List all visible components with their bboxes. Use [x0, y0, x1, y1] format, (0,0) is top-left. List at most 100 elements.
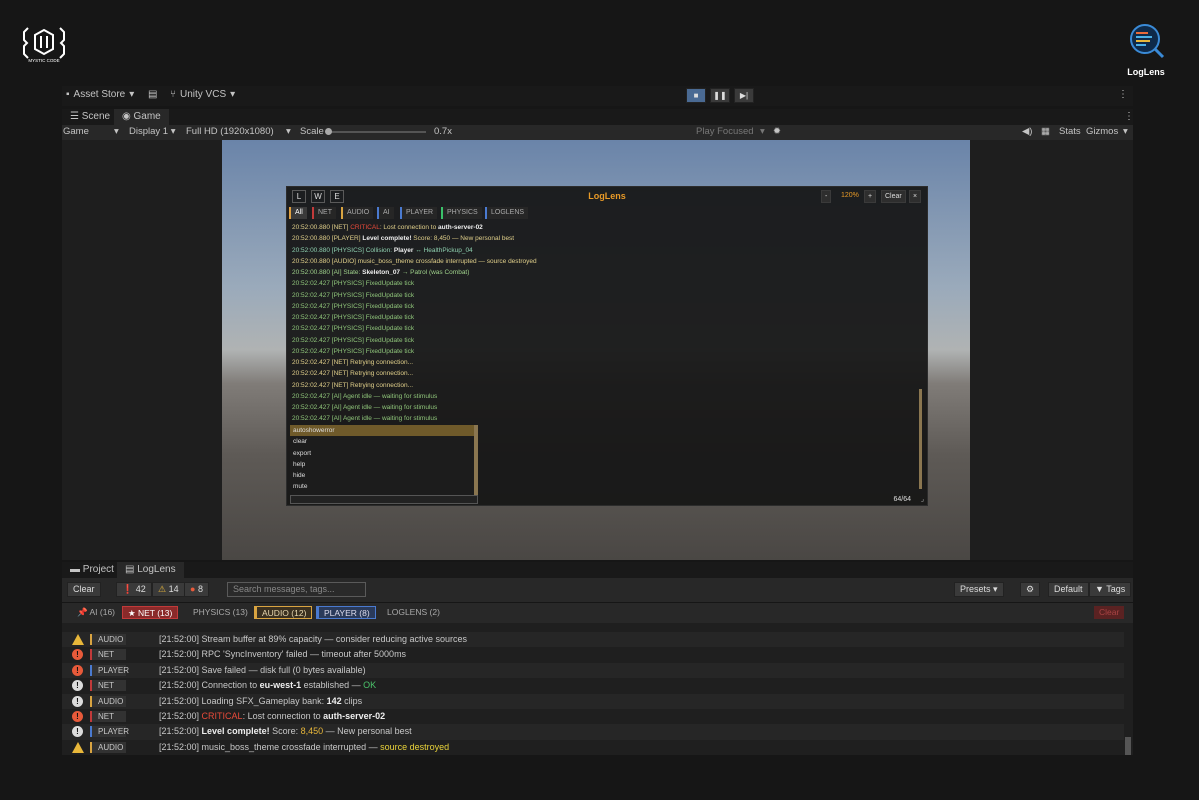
autocomplete-item[interactable]: help — [290, 459, 474, 470]
chevron-down-icon: ▾ — [114, 126, 119, 137]
cat-tab-net[interactable]: ★ NET (13) — [122, 606, 179, 619]
autocomplete-item[interactable]: export — [290, 448, 474, 459]
autocomplete-item[interactable]: clear — [290, 436, 474, 447]
log-row[interactable]: ! NET [21:52:00] RPC 'SyncInventory' faile… — [62, 647, 1125, 662]
category-tag: AUDIO — [90, 634, 126, 645]
log-message-prefix: [21:52:00] Save failed — disk full (0 by… — [159, 664, 366, 675]
more-menu-icon[interactable]: ⋮ — [1118, 89, 1128, 100]
pause-button[interactable]: ❚❚ — [710, 88, 730, 103]
category-tag: AUDIO — [90, 695, 126, 707]
resize-handle-icon[interactable]: ⌟ — [921, 495, 924, 503]
overlay-clear-button[interactable]: Clear — [881, 190, 906, 203]
error-count-toggle[interactable]: ● 8 — [184, 582, 209, 597]
autocomplete-item[interactable]: hide — [290, 470, 474, 481]
scale-label: Scale — [300, 126, 324, 137]
log-line-suffix: Score: 8,450 — New personal best — [411, 235, 515, 243]
warning-count-toggle[interactable]: ⚠ 14 — [152, 582, 185, 597]
log-row[interactable]: AUDIO [21:52:00] Stream buffer at 89% cap… — [62, 632, 1125, 648]
more-menu-icon[interactable]: ⋮ — [1116, 109, 1142, 125]
unity-top-toolbar: ▪ Asset Store ▾ ▤ ⑂ Unity VCS ▾ ■ ❚❚ ▶| … — [62, 86, 1133, 106]
log-message: [21:52:00] Connection to eu-west-1 estab… — [159, 678, 376, 693]
log-line-prefix: 20:52:00.880 [AI] State: — [292, 269, 363, 276]
audio-icon[interactable]: ◀) — [1022, 126, 1032, 137]
scale-slider[interactable] — [326, 131, 426, 133]
scrollbar-thumb[interactable] — [1125, 737, 1131, 755]
autocomplete-item[interactable]: autoshowerror — [290, 425, 474, 437]
tags-label: Tags — [1106, 584, 1126, 594]
overlay-tab-physics[interactable]: PHYSICS — [441, 207, 482, 219]
overlay-tab-player[interactable]: PLAYER — [400, 207, 438, 219]
play-button[interactable]: ■ — [686, 88, 706, 103]
log-line-emphasis: Skeleton_07 — [362, 269, 401, 276]
zoom-out-button[interactable]: - — [821, 190, 832, 203]
log-message: [21:52:00] music_boss_theme crossfade in… — [159, 740, 449, 755]
resolution-dropdown[interactable]: Full HD (1920x1080) — [186, 126, 274, 137]
settings-gear-icon[interactable]: ⚙ — [1020, 582, 1041, 597]
vcs-dropdown[interactable]: ⑂ Unity VCS ▾ — [170, 89, 235, 100]
bug-icon[interactable]: ✹ — [773, 126, 781, 137]
gizmos-button[interactable]: Gizmos — [1086, 126, 1118, 137]
overlay-log-line: 20:52:00.880 [AUDIO] music_boss_theme cr… — [292, 256, 922, 267]
game-mode-dropdown[interactable]: Game — [63, 126, 89, 137]
tab-loglens[interactable]: ▤ LogLens — [117, 562, 184, 578]
log-row[interactable]: ! NET [21:52:00] Connection to eu-west-1 e… — [62, 678, 1125, 693]
log-line-prefix: 20:52:02.427 [NET] Retrying connection..… — [292, 370, 414, 378]
category-clear-button[interactable]: Clear — [1094, 606, 1125, 619]
display-dropdown[interactable]: Display 1 ▾ — [129, 126, 176, 137]
tab-game[interactable]: ◉ Game — [114, 109, 169, 125]
resolution-label: Full HD (1920x1080) — [186, 126, 274, 137]
search-input[interactable]: Search messages, tags... — [227, 582, 366, 597]
overlay-tab-net[interactable]: NET — [312, 207, 336, 219]
log-line-suffix: ↔ HealthPickup_04 — [413, 246, 473, 254]
log-row[interactable]: ! NET [21:52:00] CRITICAL: Lost connection… — [62, 709, 1125, 724]
autocomplete-item[interactable]: mute — [290, 481, 474, 492]
tags-button[interactable]: ▼ Tags — [1089, 582, 1132, 597]
step-button[interactable]: ▶| — [734, 88, 754, 103]
log-row[interactable]: ! PLAYER [21:52:00] Level complete! Score:… — [62, 724, 1125, 740]
zoom-level: 120% — [841, 192, 859, 199]
log-list-scrollbar[interactable] — [1124, 630, 1132, 755]
presets-dropdown[interactable]: Presets ▾ — [954, 582, 1004, 597]
overlay-tab-ai[interactable]: AI — [377, 207, 394, 219]
tab-project[interactable]: ▬ Project — [62, 562, 122, 578]
log-message-emphasis: eu-west-1 — [259, 680, 302, 691]
log-row[interactable]: ! PLAYER [21:52:00] Save failed — disk ful… — [62, 662, 1125, 679]
overlay-tab-audio[interactable]: AUDIO — [341, 207, 374, 219]
overlay-tab-loglens[interactable]: LOGLENS — [485, 207, 529, 219]
log-message-emphasis: 142 — [326, 695, 342, 706]
overlay-tab-all[interactable]: All — [289, 207, 307, 219]
cat-tab-physics[interactable]: PHYSICS (13) — [188, 606, 253, 619]
overlay-log-line: 20:52:02.427 [PHYSICS] FixedUpdate tick — [292, 312, 922, 323]
zoom-in-button[interactable]: + — [864, 190, 877, 203]
log-line-prefix: 20:52:02.427 [PHYSICS] FixedUpdate tick — [292, 325, 415, 333]
mystic-code-logo: MYSTIC CODE — [22, 24, 66, 66]
info-count-toggle[interactable]: ❗ 42 — [116, 582, 152, 597]
stats-button[interactable]: Stats — [1059, 126, 1081, 137]
tab-scene-label: Scene — [81, 111, 111, 122]
scale-slider-handle[interactable] — [325, 128, 332, 135]
loglens-overlay-panel[interactable]: L W E LogLens - 120% + Clear × All NET A… — [286, 186, 928, 506]
overlay-header[interactable]: L W E LogLens - 120% + Clear × — [287, 187, 927, 207]
keyboard-icon[interactable]: ▦ — [1041, 126, 1050, 137]
close-icon[interactable]: × — [909, 190, 922, 203]
default-button[interactable]: Default — [1048, 582, 1089, 597]
command-input[interactable] — [290, 495, 478, 504]
category-tag: NET — [90, 680, 126, 692]
package-icon[interactable]: ▤ — [148, 89, 157, 100]
cat-tab-audio[interactable]: AUDIO (12) — [254, 606, 313, 619]
cat-tab-ai[interactable]: 📌 AI (16) — [72, 606, 120, 619]
tab-scene[interactable]: ☰ Scene — [62, 109, 118, 125]
chevron-down-icon[interactable]: ▾ — [1123, 126, 1128, 137]
search-placeholder: Search messages, tags... — [233, 584, 335, 594]
asset-store-dropdown[interactable]: ▪ Asset Store ▾ — [66, 89, 134, 100]
cat-tab-loglens[interactable]: LOGLENS (2) — [382, 606, 445, 619]
overlay-log-line: 20:52:02.427 [PHYSICS] FixedUpdate tick — [292, 290, 922, 301]
log-row[interactable]: AUDIO [21:52:00] music_boss_theme crossfa… — [62, 740, 1125, 755]
chevron-down-icon: ▾ — [129, 89, 135, 100]
log-row[interactable]: ! AUDIO [21:52:00] Loading SFX_Gameplay ba… — [62, 693, 1125, 709]
clear-button[interactable]: Clear — [67, 582, 101, 597]
cat-tab-player[interactable]: PLAYER (8) — [316, 606, 376, 619]
overlay-scrollbar[interactable] — [919, 389, 922, 489]
play-focused-dropdown[interactable]: Play Focused — [696, 126, 754, 137]
overlay-log-line: 20:52:02.427 [PHYSICS] FixedUpdate tick — [292, 335, 922, 346]
